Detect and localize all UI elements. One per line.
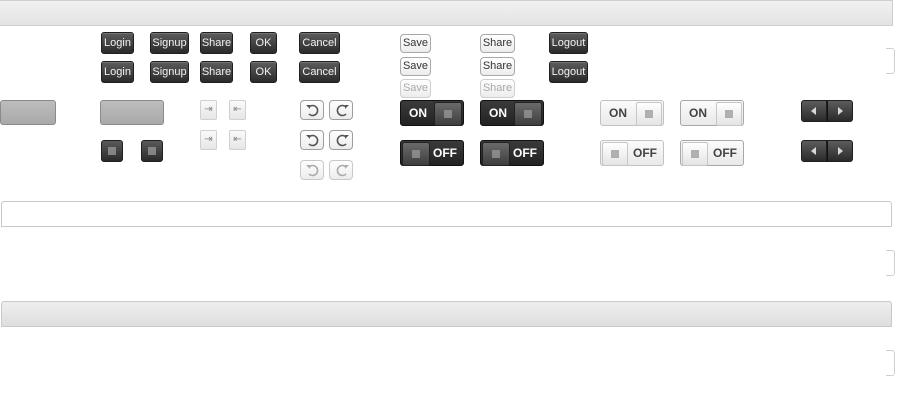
tab-to-start-icon: ⇤ [233,104,242,115]
share-button[interactable]: Share [480,57,515,76]
tab-forward-button[interactable]: ⇥ [200,130,217,150]
undo-icon [306,104,319,117]
redo-button-disabled [329,160,353,180]
light-toggle-off[interactable]: OFF [680,140,744,166]
share-button[interactable]: Share [200,61,233,83]
tab-back-button[interactable]: ⇤ [229,130,246,150]
login-button[interactable]: Login [101,61,134,83]
save-button[interactable]: Save [400,57,431,76]
logout-button[interactable]: Logout [549,32,588,54]
signup-button[interactable]: Signup [150,32,189,54]
triangle-right-icon [838,107,843,115]
login-button[interactable]: Login [101,32,134,54]
grip-dots-icon [148,147,156,155]
redo-button[interactable] [329,100,353,120]
previous-button[interactable] [801,140,827,162]
dark-toggle-off[interactable]: OFF [400,140,464,166]
toggle-off-label: OFF [633,146,657,160]
toggle-knob [402,142,430,166]
grip-dots-icon [444,110,452,118]
edge-scroll-tab[interactable] [886,350,895,376]
toggle-knob [602,142,628,166]
logout-button[interactable]: Logout [549,61,588,83]
toggle-knob [682,142,708,166]
next-button[interactable] [827,140,853,162]
toggle-off-label: OFF [513,146,537,160]
dark-toggle-off[interactable]: OFF [480,140,544,166]
previous-button[interactable] [801,100,827,122]
grip-dots-icon [725,110,733,118]
grip-dots-icon [492,150,500,158]
triangle-right-icon [838,147,843,155]
signup-button[interactable]: Signup [150,61,189,83]
grip-dots-icon [412,150,420,158]
share-button[interactable]: Share [200,32,233,54]
tab-forward-button[interactable]: ⇥ [200,100,217,120]
save-button-disabled: Save [400,79,431,98]
toggle-off-label: OFF [713,146,737,160]
gray-input-block[interactable] [0,100,56,125]
grip-dots-icon [645,110,653,118]
toggle-off-label: OFF [433,146,457,160]
toggle-on-label: ON [409,106,427,120]
undo-button[interactable] [300,130,324,150]
toggle-knob [482,142,510,166]
dark-toggle-on[interactable]: ON [400,100,464,126]
redo-icon [336,164,349,177]
grip-dots-icon [524,110,532,118]
redo-button[interactable] [329,130,353,150]
toggle-on-label: ON [609,106,627,120]
grip-dots-icon [108,147,116,155]
undo-button[interactable] [300,100,324,120]
tab-to-end-icon: ⇥ [204,134,213,145]
toggle-knob [514,102,542,126]
toggle-on-label: ON [489,106,507,120]
cancel-button[interactable]: Cancel [299,61,340,83]
triangle-left-icon [811,147,816,155]
share-button[interactable]: Share [480,34,515,53]
dark-handle-button[interactable] [101,140,123,162]
light-toggle-on[interactable]: ON [680,100,744,126]
cancel-button[interactable]: Cancel [299,32,340,54]
save-button[interactable]: Save [400,34,431,53]
edge-scroll-tab[interactable] [886,250,895,276]
toggle-on-label: ON [689,106,707,120]
share-button-disabled: Share [480,79,515,98]
redo-icon [336,104,349,117]
grip-dots-icon [691,150,699,158]
ok-button[interactable]: OK [250,32,277,54]
tab-to-start-icon: ⇤ [233,134,242,145]
redo-icon [336,134,349,147]
panel-header-blank [1,201,892,227]
tab-back-button[interactable]: ⇤ [229,100,246,120]
dark-handle-button[interactable] [141,140,163,162]
ok-button[interactable]: OK [250,61,277,83]
undo-button-disabled [300,160,324,180]
tab-to-end-icon: ⇥ [204,104,213,115]
undo-icon [306,134,319,147]
undo-icon [306,164,319,177]
gray-input-block[interactable] [100,100,164,125]
panel-header-gray [1,301,892,327]
grip-dots-icon [611,150,619,158]
triangle-left-icon [811,107,816,115]
dark-toggle-on[interactable]: ON [480,100,544,126]
toggle-knob [636,102,662,126]
toggle-knob [716,102,742,126]
top-toolbar-bar [0,0,893,26]
edge-scroll-tab[interactable] [886,48,895,74]
next-button[interactable] [827,100,853,122]
light-toggle-on[interactable]: ON [600,100,664,126]
light-toggle-off[interactable]: OFF [600,140,664,166]
toggle-knob [434,102,462,126]
